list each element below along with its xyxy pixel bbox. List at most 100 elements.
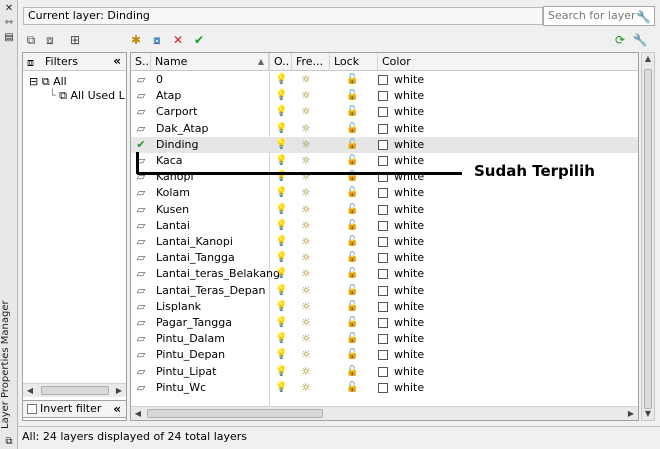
layer-status-icon[interactable]: ▱ [132, 266, 150, 282]
layer-row[interactable]: ▱ Lantai_Kanopi 💡 ☼ 🔓 white [131, 234, 638, 250]
scroll-down-icon[interactable]: ▼ [642, 408, 654, 420]
sun-icon[interactable]: ☼ [301, 347, 311, 363]
color-swatch[interactable] [378, 269, 388, 280]
lightbulb-icon[interactable]: 💡 [275, 347, 287, 363]
layer-row[interactable]: ▱ Kolam 💡 ☼ 🔓 white [131, 185, 638, 201]
layer-row[interactable]: ▱ Pintu_Dalam 💡 ☼ 🔓 white [131, 331, 638, 347]
layer-status-icon[interactable]: ▱ [132, 380, 150, 396]
layer-name[interactable]: Lantai_Tangga [156, 250, 235, 266]
layer-color[interactable]: white [394, 250, 424, 266]
lightbulb-icon[interactable]: 💡 [275, 104, 287, 120]
scroll-thumb[interactable] [147, 409, 323, 418]
scroll-thumb[interactable] [41, 386, 109, 395]
sun-icon[interactable]: ☼ [301, 315, 311, 331]
color-swatch[interactable] [378, 123, 388, 134]
color-swatch[interactable] [378, 318, 388, 328]
unlock-icon[interactable]: 🔓 [346, 250, 358, 266]
layer-status-icon[interactable]: ▱ [132, 331, 150, 347]
layer-color[interactable]: white [394, 299, 424, 315]
lightbulb-icon[interactable]: 💡 [275, 153, 287, 169]
collapse-icon[interactable]: « [113, 401, 121, 417]
search-input[interactable]: Search for layer 🔧 [543, 6, 655, 26]
layer-row[interactable]: ▱ Lantai_Tangga 💡 ☼ 🔓 white [131, 250, 638, 266]
layer-row[interactable]: ▱ Pintu_Depan 💡 ☼ 🔓 white [131, 347, 638, 363]
unlock-icon[interactable]: 🔓 [346, 315, 358, 331]
layer-name[interactable]: Pintu_Wc [156, 380, 206, 396]
layer-status-icon[interactable]: ▱ [132, 202, 150, 218]
color-swatch[interactable] [378, 91, 388, 102]
sun-icon[interactable]: ☼ [301, 185, 311, 201]
sun-icon[interactable]: ☼ [301, 283, 311, 299]
layer-name[interactable]: Kusen [156, 202, 189, 218]
color-swatch[interactable] [378, 220, 388, 231]
layer-color[interactable]: white [394, 72, 424, 88]
layer-color[interactable]: white [394, 380, 424, 396]
color-swatch[interactable] [378, 237, 388, 247]
layer-name[interactable]: Lantai [156, 218, 190, 234]
layer-color[interactable]: white [394, 104, 424, 120]
lightbulb-icon[interactable]: 💡 [275, 234, 287, 250]
layer-color[interactable]: white [394, 315, 424, 331]
lightbulb-icon[interactable]: 💡 [275, 380, 287, 396]
layer-name[interactable]: Dinding [156, 137, 199, 153]
sun-icon[interactable]: ☼ [301, 72, 311, 88]
invert-filter-checkbox[interactable] [27, 404, 37, 414]
scroll-left-icon[interactable]: ◀ [131, 407, 145, 420]
layer-color[interactable]: white [394, 137, 424, 153]
new-layer-vp-frozen-icon[interactable]: ⧇ [149, 32, 165, 48]
lightbulb-icon[interactable]: 💡 [275, 72, 287, 88]
lightbulb-icon[interactable]: 💡 [275, 250, 287, 266]
layer-name[interactable]: Kolam [156, 185, 190, 201]
lightbulb-icon[interactable]: 💡 [275, 218, 287, 234]
layer-status-icon[interactable]: ▱ [132, 121, 150, 137]
tree-item-all[interactable]: ⊟ ⧉ All [29, 75, 67, 89]
color-swatch[interactable] [378, 139, 388, 150]
lightbulb-icon[interactable]: 💡 [275, 121, 287, 137]
layer-color[interactable]: white [394, 347, 424, 363]
scroll-right-icon[interactable]: ▶ [112, 384, 126, 397]
color-swatch[interactable] [378, 107, 388, 118]
color-swatch[interactable] [378, 382, 388, 393]
color-swatch[interactable] [378, 253, 388, 264]
color-swatch[interactable] [378, 156, 388, 166]
sun-icon[interactable]: ☼ [301, 364, 311, 380]
layer-name[interactable]: Lantai_Kanopi [156, 234, 233, 250]
layer-row[interactable]: ▱ 0 💡 ☼ 🔓 white [131, 72, 638, 88]
layer-name[interactable]: Pintu_Dalam [156, 331, 225, 347]
new-layer-icon[interactable]: ✱ [128, 32, 144, 48]
layer-row[interactable]: ▱ Lantai_Teras_Depan 💡 ☼ 🔓 white [131, 283, 638, 299]
layer-color[interactable]: white [394, 234, 424, 250]
layer-row[interactable]: ▱ Lantai_teras_Belakang 💡 ☼ 🔓 white [131, 266, 638, 282]
sun-icon[interactable]: ☼ [301, 299, 311, 315]
sun-icon[interactable]: ☼ [301, 88, 311, 104]
layer-status-icon[interactable]: ▱ [132, 104, 150, 120]
unlock-icon[interactable]: 🔓 [346, 331, 358, 347]
column-name[interactable]: Name ▲ [151, 53, 269, 71]
filters-horizontal-scrollbar[interactable]: ◀ ▶ [23, 383, 126, 397]
color-swatch[interactable] [378, 204, 388, 215]
color-swatch[interactable] [378, 285, 388, 296]
layer-color[interactable]: white [394, 364, 424, 380]
sun-icon[interactable]: ☼ [301, 202, 311, 218]
layer-row[interactable]: ▱ Lantai 💡 ☼ 🔓 white [131, 218, 638, 234]
layer-color[interactable]: white [394, 88, 424, 104]
layer-name[interactable]: Kaca [156, 153, 183, 169]
delete-layer-icon[interactable]: ✕ [170, 32, 186, 48]
current-layer-check-icon[interactable]: ✔ [132, 137, 150, 153]
lightbulb-icon[interactable]: 💡 [275, 266, 287, 282]
lightbulb-icon[interactable]: 💡 [275, 137, 287, 153]
unlock-icon[interactable]: 🔓 [346, 347, 358, 363]
lightbulb-icon[interactable]: 💡 [275, 202, 287, 218]
unlock-icon[interactable]: 🔓 [346, 185, 358, 201]
sun-icon[interactable]: ☼ [301, 266, 311, 282]
layer-name[interactable]: Lisplank [156, 299, 201, 315]
unlock-icon[interactable]: 🔓 [346, 364, 358, 380]
unlock-icon[interactable]: 🔓 [346, 266, 358, 282]
layer-row[interactable]: ▱ Atap 💡 ☼ 🔓 white [131, 88, 638, 104]
scroll-left-icon[interactable]: ◀ [23, 384, 37, 397]
layer-name[interactable]: 0 [156, 72, 163, 88]
layer-status-icon[interactable]: ▱ [132, 315, 150, 331]
sun-icon[interactable]: ☼ [301, 331, 311, 347]
layer-status-icon[interactable]: ▱ [132, 283, 150, 299]
layer-status-icon[interactable]: ▱ [132, 299, 150, 315]
